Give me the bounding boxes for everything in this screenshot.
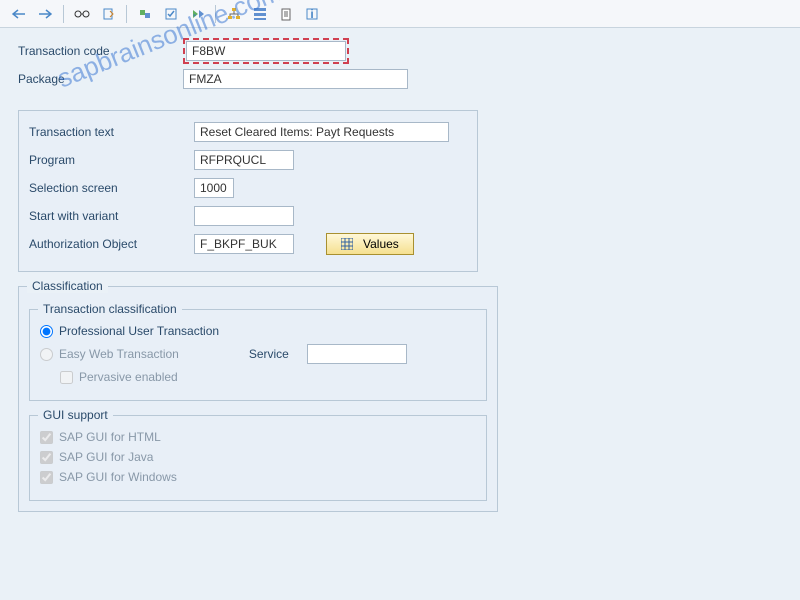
forward-icon[interactable] [34, 4, 56, 24]
check-pervasive-label: Pervasive enabled [79, 370, 178, 384]
values-button-label: Values [363, 237, 399, 251]
table-icon [341, 238, 353, 250]
radio-easyweb-label: Easy Web Transaction [59, 347, 179, 361]
service-input[interactable] [307, 344, 407, 364]
transaction-classification-group: Transaction classification Professional … [29, 309, 487, 401]
transaction-text-label: Transaction text [29, 125, 194, 139]
details-group: Transaction text Program Selection scree… [18, 110, 478, 272]
activate-icon[interactable] [186, 4, 208, 24]
radio-professional-row[interactable]: Professional User Transaction [40, 324, 476, 338]
auth-object-input[interactable] [194, 234, 294, 254]
transaction-code-highlight [183, 38, 349, 64]
check-gui-html-row[interactable]: SAP GUI for HTML [40, 430, 476, 444]
hierarchy-icon[interactable] [249, 4, 271, 24]
radio-easyweb-row[interactable]: Easy Web Transaction Service [40, 344, 476, 364]
display-change-icon[interactable] [97, 4, 119, 24]
classification-title: Classification [27, 279, 108, 293]
back-icon[interactable] [8, 4, 30, 24]
gui-support-title: GUI support [38, 408, 113, 422]
check-gui-java-label: SAP GUI for Java [59, 450, 153, 464]
selection-screen-input[interactable] [194, 178, 234, 198]
start-variant-input[interactable] [194, 206, 294, 226]
auth-object-label: Authorization Object [29, 237, 194, 251]
radio-professional[interactable] [40, 325, 53, 338]
classification-group: Classification Transaction classificatio… [18, 286, 498, 512]
svg-text:i: i [310, 7, 313, 21]
where-used-icon[interactable] [223, 4, 245, 24]
package-input[interactable] [183, 69, 408, 89]
values-button[interactable]: Values [326, 233, 414, 255]
program-label: Program [29, 153, 194, 167]
transaction-text-input[interactable] [194, 122, 449, 142]
check-gui-windows[interactable] [40, 471, 53, 484]
check-gui-windows-row[interactable]: SAP GUI for Windows [40, 470, 476, 484]
toolbar-separator [215, 5, 216, 23]
check-gui-java[interactable] [40, 451, 53, 464]
check-pervasive-row[interactable]: Pervasive enabled [60, 370, 476, 384]
radio-easyweb[interactable] [40, 348, 53, 361]
transaction-code-input[interactable] [186, 41, 346, 61]
toolbar-separator [63, 5, 64, 23]
check-pervasive[interactable] [60, 371, 73, 384]
main-content: Transaction code Package Transaction tex… [0, 28, 800, 524]
package-label: Package [18, 72, 183, 86]
start-variant-label: Start with variant [29, 209, 194, 223]
radio-professional-label: Professional User Transaction [59, 324, 219, 338]
check-gui-html-label: SAP GUI for HTML [59, 430, 161, 444]
transaction-classification-title: Transaction classification [38, 302, 182, 316]
documentation-icon[interactable] [275, 4, 297, 24]
gui-support-group: GUI support SAP GUI for HTML SAP GUI for… [29, 415, 487, 501]
selection-screen-label: Selection screen [29, 181, 194, 195]
transaction-code-label: Transaction code [18, 44, 183, 58]
program-input[interactable] [194, 150, 294, 170]
check-gui-html[interactable] [40, 431, 53, 444]
glasses-icon[interactable] [71, 4, 93, 24]
check-icon[interactable] [160, 4, 182, 24]
check-gui-java-row[interactable]: SAP GUI for Java [40, 450, 476, 464]
check-gui-windows-label: SAP GUI for Windows [59, 470, 177, 484]
info-icon[interactable]: i [301, 4, 323, 24]
toolbar-separator [126, 5, 127, 23]
service-label: Service [249, 347, 289, 361]
other-object-icon[interactable] [134, 4, 156, 24]
application-toolbar: i [0, 0, 800, 28]
